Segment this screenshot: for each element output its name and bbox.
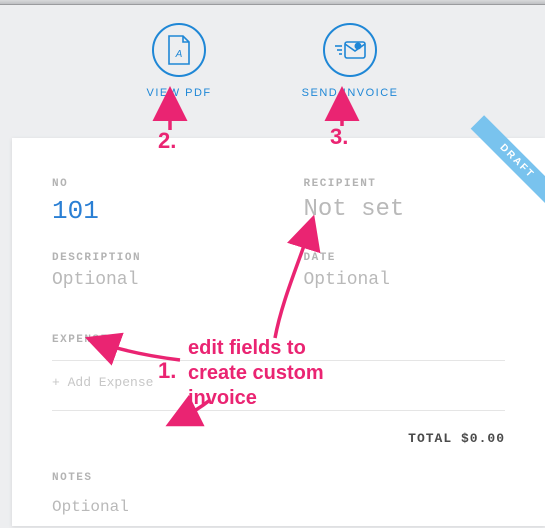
send-invoice-button[interactable]: SEND INVOICE [302,23,399,99]
pdf-icon: A [152,23,206,77]
total-label: TOTAL [408,431,452,446]
view-pdf-label: VIEW PDF [146,87,211,99]
no-label: NO [52,178,254,190]
send-invoice-label: SEND INVOICE [302,87,399,99]
description-label: DESCRIPTION [52,252,254,264]
expenses-label: EXPENSES [52,334,505,346]
divider [52,410,505,411]
recipient-value[interactable]: Not set [304,196,506,223]
date-value[interactable]: Optional [304,270,506,290]
svg-text:A: A [175,49,183,60]
divider [52,360,505,361]
notes-label: NOTES [52,472,505,484]
description-value[interactable]: Optional [52,270,254,290]
no-value[interactable]: 101 [52,196,254,226]
add-expense-button[interactable]: + Add Expense [52,371,505,404]
view-pdf-button[interactable]: A VIEW PDF [146,23,211,99]
total-row: TOTAL $0.00 [52,421,505,472]
total-value: $0.00 [461,431,505,446]
invoice-card: DRAFT NO 101 RECIPIENT Not set DESCRIPTI… [12,138,545,526]
send-icon [323,23,377,77]
notes-value[interactable]: Optional [52,498,505,516]
actions-row: A VIEW PDF SEND INVOICE [0,5,545,113]
recipient-label: RECIPIENT [304,178,506,190]
date-label: DATE [304,252,506,264]
